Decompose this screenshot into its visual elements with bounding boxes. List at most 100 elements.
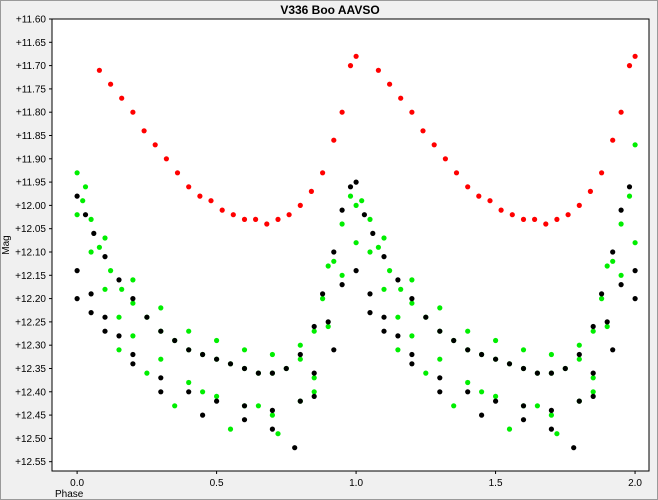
data-point (214, 393, 220, 399)
data-point (347, 193, 354, 199)
y-axis-title: Mag (1, 235, 12, 254)
data-point (618, 272, 624, 278)
data-point (395, 347, 401, 353)
data-point (241, 403, 248, 409)
y-tick-label: +12.25 (15, 317, 46, 328)
data-point (437, 375, 443, 381)
data-point (493, 356, 499, 362)
data-point (214, 398, 220, 404)
data-point (144, 314, 150, 320)
data-point (465, 389, 471, 395)
data-point (367, 291, 373, 297)
data-point (409, 296, 415, 302)
data-point (590, 323, 596, 330)
data-point (311, 389, 317, 395)
data-point (543, 221, 549, 227)
data-point (119, 95, 125, 101)
data-point (626, 63, 633, 69)
y-tick-label: +11.95 (16, 178, 47, 189)
data-point (286, 212, 292, 218)
data-point (88, 291, 94, 297)
y-tick-label: +11.65 (16, 38, 47, 49)
data-point (576, 356, 582, 362)
data-point (241, 216, 248, 222)
data-point (347, 63, 354, 69)
data-point (548, 412, 555, 418)
data-point (130, 361, 136, 367)
data-point (255, 370, 261, 376)
data-point (476, 193, 482, 199)
data-point (532, 216, 538, 222)
data-point (311, 375, 317, 381)
data-point (610, 249, 616, 255)
data-point (431, 142, 437, 148)
data-point (465, 379, 471, 386)
y-tick-label: +12.50 (15, 434, 46, 445)
data-point (208, 198, 214, 204)
data-point (172, 403, 178, 409)
data-point (292, 445, 298, 451)
chart-title: V336 Boo AAVSO (280, 3, 379, 17)
data-point (130, 300, 136, 306)
y-tick-label: +12.35 (15, 364, 46, 375)
data-point (96, 67, 102, 73)
data-point (353, 53, 359, 59)
data-point (130, 109, 136, 115)
data-point (74, 268, 80, 274)
data-point (353, 240, 359, 246)
data-point (423, 314, 429, 320)
data-point (576, 398, 582, 404)
data-point (275, 431, 281, 437)
data-point (465, 184, 471, 190)
data-point (339, 221, 345, 227)
data-point (453, 170, 460, 176)
y-tick-label: +12.10 (15, 247, 46, 258)
data-point (604, 263, 610, 269)
data-point (214, 356, 220, 362)
data-point (264, 221, 270, 227)
data-point (590, 393, 596, 399)
data-point (241, 417, 248, 423)
data-point (74, 170, 80, 176)
data-point (214, 337, 220, 344)
data-point (618, 207, 624, 213)
data-point (311, 393, 317, 399)
data-point (437, 389, 443, 395)
y-tick-label: +11.70 (16, 61, 47, 72)
x-tick-label: 1.0 (349, 478, 363, 489)
data-point (339, 272, 345, 278)
data-point (610, 347, 616, 353)
data-point (626, 184, 633, 190)
data-point (409, 277, 415, 283)
y-tick-label: +12.15 (15, 271, 46, 282)
data-point (409, 109, 415, 115)
data-point (116, 314, 122, 320)
y-tick-label: +12.40 (15, 387, 46, 398)
data-point (367, 216, 373, 222)
data-point (253, 216, 259, 222)
data-point (88, 249, 94, 255)
data-point (297, 398, 303, 404)
data-point (74, 296, 80, 302)
x-tick-label: 0.5 (210, 478, 224, 489)
data-point (96, 244, 102, 250)
data-point (339, 207, 345, 213)
data-point (437, 305, 443, 311)
data-point (632, 296, 638, 302)
data-point (534, 370, 541, 376)
data-point (632, 240, 638, 246)
data-point (102, 254, 108, 260)
data-point (618, 221, 624, 227)
data-point (520, 417, 527, 423)
data-point (353, 202, 359, 208)
data-point (548, 407, 555, 413)
data-point (74, 212, 80, 218)
data-point (325, 319, 331, 325)
chart-window: +11.60 +11.65 +11.70 +11.75 +11.80 +11.85 +11.… (0, 0, 658, 500)
data-point (227, 361, 234, 367)
data-point (119, 286, 125, 292)
data-point (465, 347, 471, 353)
data-point (269, 407, 275, 413)
data-point (88, 216, 94, 222)
data-point (82, 184, 89, 190)
